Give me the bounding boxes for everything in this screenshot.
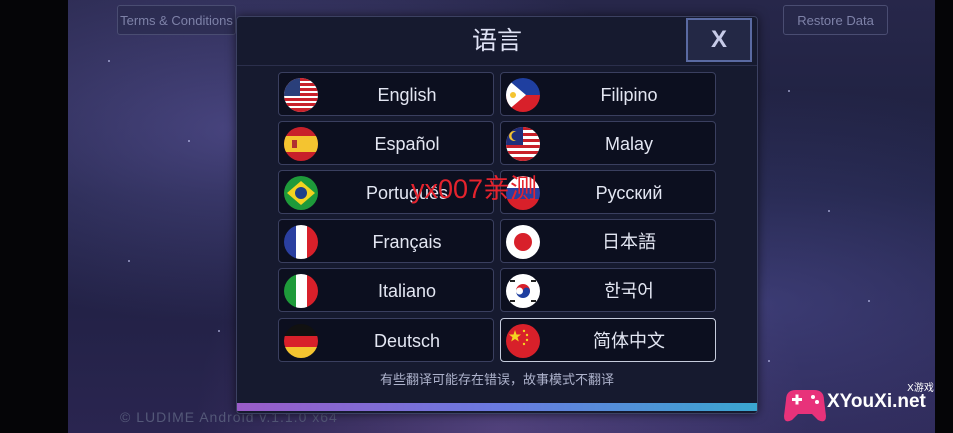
de-flag-icon — [284, 324, 318, 358]
language-dialog: 语言 X English Filipino Español Malay Port… — [236, 16, 758, 414]
watermark-text: yx007亲测 — [411, 174, 538, 204]
language-option-filipino[interactable]: Filipino — [500, 72, 716, 116]
translation-note: 有些翻译可能存在错误，故事模式不翻译 — [379, 373, 614, 388]
right-letterbox — [935, 0, 953, 433]
language-label: Français — [372, 232, 442, 252]
language-label: Español — [374, 134, 440, 154]
restore-data-button[interactable]: Restore Data — [783, 5, 888, 35]
cn-flag-icon — [506, 324, 540, 358]
dialog-header: 语言 X — [237, 17, 757, 66]
jp-flag-icon — [506, 225, 540, 259]
close-icon: X — [710, 26, 727, 53]
language-option-japanese[interactable]: 日本語 — [500, 219, 716, 263]
ph-flag-icon — [506, 78, 540, 112]
language-option-espanol[interactable]: Español — [278, 121, 494, 165]
us-flag-icon — [284, 78, 318, 112]
language-label: Malay — [604, 134, 653, 154]
language-label: Русский — [595, 183, 663, 203]
kr-flag-icon — [506, 274, 540, 308]
left-letterbox — [0, 0, 68, 433]
it-flag-icon — [284, 274, 318, 308]
language-option-francais[interactable]: Français — [278, 219, 494, 263]
language-label: Italiano — [377, 281, 437, 301]
language-option-english[interactable]: English — [278, 72, 494, 116]
dialog-accent-bar — [237, 403, 757, 411]
language-label: English — [377, 85, 437, 105]
language-label: 한국어 — [604, 281, 654, 301]
logo-text: XYouXi.net — [827, 391, 926, 412]
terms-conditions-button[interactable]: Terms & Conditions — [117, 5, 236, 35]
br-flag-icon — [284, 176, 318, 210]
fr-flag-icon — [284, 225, 318, 259]
dialog-title: 语言 — [471, 26, 522, 55]
gamepad-logo-icon — [784, 390, 826, 422]
language-option-italiano[interactable]: Italiano — [278, 268, 494, 312]
language-label: 日本語 — [602, 232, 656, 252]
language-option-simplified-chinese[interactable]: 简体中文 — [500, 318, 716, 362]
language-label: Filipino — [600, 85, 658, 105]
language-option-deutsch[interactable]: Deutsch — [278, 318, 494, 362]
my-flag-icon — [506, 127, 540, 161]
es-flag-icon — [284, 127, 318, 161]
language-option-korean[interactable]: 한국어 — [500, 268, 716, 312]
language-option-malay[interactable]: Malay — [500, 121, 716, 165]
language-label: Deutsch — [373, 331, 441, 351]
language-label: 简体中文 — [593, 331, 665, 351]
close-button[interactable]: X — [686, 18, 752, 62]
